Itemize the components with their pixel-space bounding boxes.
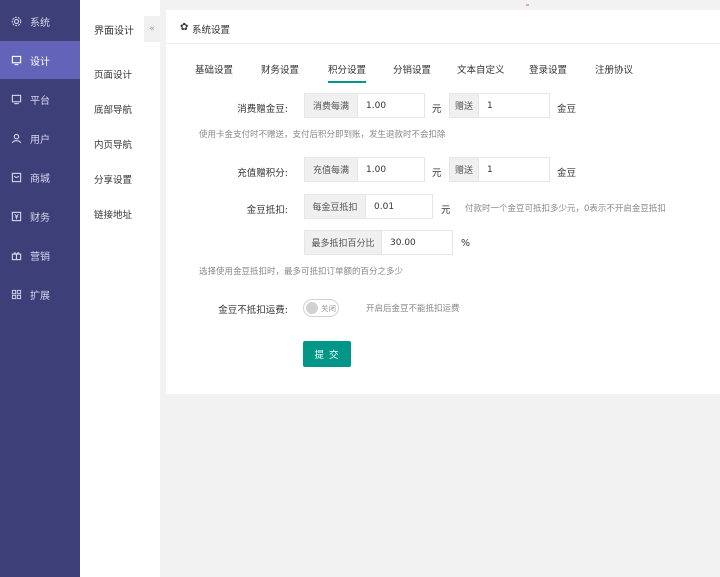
nav-item-platform[interactable]: 平台 <box>0 80 80 118</box>
nav-item-marketing[interactable]: 营销 <box>0 236 80 274</box>
gear-icon: ✿ <box>180 22 189 33</box>
apps-icon <box>10 288 22 300</box>
freight-switch[interactable]: 关闭 <box>303 299 339 317</box>
nav-item-finance[interactable]: 财务 <box>0 197 80 235</box>
tab-points[interactable]: 积分设置 <box>328 62 367 83</box>
display-icon <box>10 93 22 105</box>
nav-item-label: 商城 <box>30 173 50 185</box>
sub-item-bottom-nav[interactable]: 底部导航 <box>94 102 132 116</box>
user-icon <box>10 132 22 144</box>
nav-item-label: 系统 <box>30 17 50 29</box>
tab-text-custom[interactable]: 文本自定义 <box>457 62 505 76</box>
sub-item-link-address[interactable]: 链接地址 <box>94 207 132 221</box>
recharge-gift-input[interactable]: 1 <box>478 157 550 182</box>
double-chevron-left-icon: « <box>149 24 155 34</box>
recharge-amount-input[interactable]: 1.00 <box>357 157 425 182</box>
freight-label: 金豆不抵扣运费: <box>218 305 288 316</box>
recharge-label: 充值赠积分: <box>237 168 288 179</box>
store-icon <box>10 171 22 183</box>
recharge-unit: 元 <box>432 168 442 179</box>
sub-item-page-design[interactable]: 页面设计 <box>94 67 132 81</box>
recharge-addon: 充值每满 <box>304 157 358 182</box>
consume-amount-input[interactable]: 1.00 <box>357 93 425 118</box>
consume-unit: 元 <box>432 104 442 115</box>
nav-item-system[interactable]: 系统 <box>0 2 80 40</box>
settings-icon <box>10 15 22 27</box>
max-percent-addon: 最多抵扣百分比 <box>304 230 382 255</box>
max-percent-input[interactable]: 30.00 <box>381 230 453 255</box>
nav-item-label: 用户 <box>30 134 50 146</box>
consume-hint: 使用卡金支付时不赠送，支付后积分即到账，发生退款时不会扣除 <box>199 130 446 140</box>
recharge-gift-unit: 金豆 <box>557 168 577 179</box>
card-title: 系统设置 <box>192 25 231 36</box>
recharge-gift-addon: 赠送 <box>449 157 479 182</box>
tab-login[interactable]: 登录设置 <box>529 62 567 76</box>
max-percent-hint: 选择使用金豆抵扣时，最多可抵扣订单额的百分之多少 <box>199 267 404 277</box>
freight-hint: 开启后金豆不能抵扣运费 <box>366 304 460 314</box>
main-nav: 系统 设计 平台 用户 商城 财务 营销 扩展 <box>0 0 80 577</box>
monitor-icon <box>10 54 22 66</box>
nav-item-user[interactable]: 用户 <box>0 119 80 157</box>
gift-icon <box>10 249 22 261</box>
nav-item-label: 设计 <box>30 56 50 68</box>
tab-distribution[interactable]: 分销设置 <box>393 62 431 76</box>
nav-item-label: 平台 <box>30 95 50 107</box>
tab-basic[interactable]: 基础设置 <box>195 62 233 76</box>
sub-item-inner-nav[interactable]: 内页导航 <box>94 137 132 151</box>
switch-knob <box>306 302 318 314</box>
deduct-note: 付款时一个金豆可抵扣多少元，0表示不开启金豆抵扣 <box>465 204 666 214</box>
consume-gift-addon: 赠送 <box>449 93 479 118</box>
nav-item-label: 扩展 <box>30 290 50 302</box>
switch-text: 关闭 <box>321 304 336 313</box>
deduct-label: 金豆抵扣: <box>246 205 288 216</box>
tab-agreement[interactable]: 注册协议 <box>595 62 633 76</box>
decorative-mark <box>526 4 529 6</box>
deduct-amount-input[interactable]: 0.01 <box>365 194 433 219</box>
card-header: ✿ 系统设置 <box>166 10 720 44</box>
submit-button[interactable]: 提 交 <box>303 341 351 367</box>
deduct-unit: 元 <box>441 205 451 216</box>
deduct-addon: 每金豆抵扣 <box>304 194 366 219</box>
sub-menu: 界面设计 « 页面设计 底部导航 内页导航 分享设置 链接地址 <box>80 0 160 577</box>
nav-item-store[interactable]: 商城 <box>0 158 80 196</box>
nav-item-extend[interactable]: 扩展 <box>0 275 80 313</box>
nav-item-design[interactable]: 设计 <box>0 41 80 79</box>
settings-card: ✿ 系统设置 基础设置 财务设置 积分设置 分销设置 文本自定义 登录设置 注册… <box>166 10 720 394</box>
collapse-button[interactable]: « <box>144 16 160 42</box>
max-percent-unit: % <box>461 238 471 249</box>
consume-gift-unit: 金豆 <box>557 104 577 115</box>
consume-gift-input[interactable]: 1 <box>478 93 550 118</box>
nav-item-label: 营销 <box>30 251 50 263</box>
consume-addon: 消费每满 <box>304 93 358 118</box>
sub-menu-title: 界面设计 <box>94 26 134 37</box>
finance-icon <box>10 210 22 222</box>
nav-item-label: 财务 <box>30 212 50 224</box>
consume-label: 消费赠金豆: <box>237 104 288 115</box>
sub-item-share-settings[interactable]: 分享设置 <box>94 172 132 186</box>
tab-finance[interactable]: 财务设置 <box>261 62 299 76</box>
